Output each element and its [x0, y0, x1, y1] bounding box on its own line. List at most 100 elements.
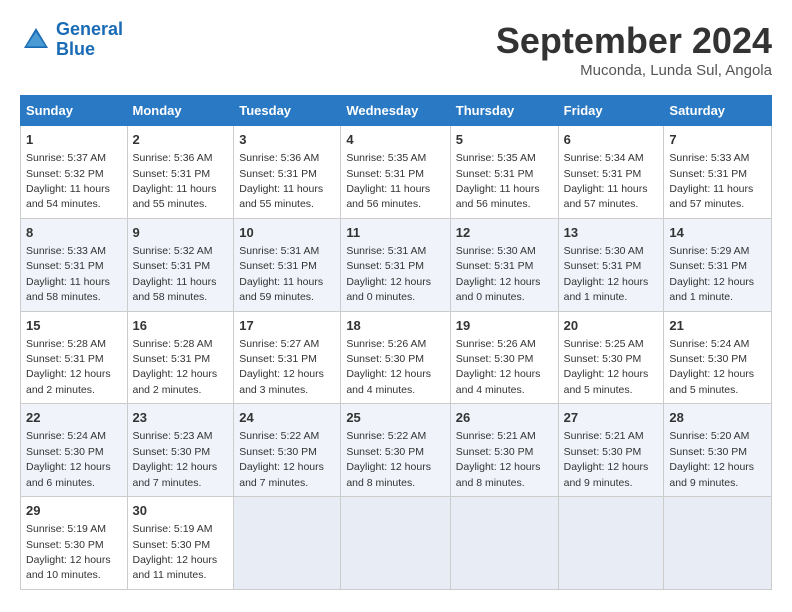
day-info: Sunrise: 5:21 AMSunset: 5:30 PMDaylight:… — [564, 430, 649, 488]
day-info: Sunrise: 5:23 AMSunset: 5:30 PMDaylight:… — [133, 430, 218, 488]
calendar-cell: 9 Sunrise: 5:32 AMSunset: 5:31 PMDayligh… — [127, 218, 234, 311]
day-number: 5 — [456, 131, 553, 149]
day-info: Sunrise: 5:36 AMSunset: 5:31 PMDaylight:… — [239, 152, 323, 210]
day-number: 13 — [564, 224, 659, 242]
day-number: 9 — [133, 224, 229, 242]
day-number: 1 — [26, 131, 122, 149]
calendar-cell: 15 Sunrise: 5:28 AMSunset: 5:31 PMDaylig… — [21, 311, 128, 404]
day-number: 29 — [26, 502, 122, 520]
calendar-cell — [664, 497, 772, 590]
calendar-cell — [558, 497, 664, 590]
calendar-cell: 1 Sunrise: 5:37 AMSunset: 5:32 PMDayligh… — [21, 126, 128, 219]
day-info: Sunrise: 5:28 AMSunset: 5:31 PMDaylight:… — [26, 338, 111, 396]
calendar-subtitle: Muconda, Lunda Sul, Angola — [496, 62, 772, 79]
day-number: 7 — [669, 131, 766, 149]
day-number: 14 — [669, 224, 766, 242]
day-info: Sunrise: 5:33 AMSunset: 5:31 PMDaylight:… — [26, 245, 110, 303]
day-number: 4 — [346, 131, 444, 149]
calendar-cell: 23 Sunrise: 5:23 AMSunset: 5:30 PMDaylig… — [127, 404, 234, 497]
calendar-cell: 12 Sunrise: 5:30 AMSunset: 5:31 PMDaylig… — [450, 218, 558, 311]
calendar-cell: 29 Sunrise: 5:19 AMSunset: 5:30 PMDaylig… — [21, 497, 128, 590]
calendar-cell: 20 Sunrise: 5:25 AMSunset: 5:30 PMDaylig… — [558, 311, 664, 404]
calendar-cell: 24 Sunrise: 5:22 AMSunset: 5:30 PMDaylig… — [234, 404, 341, 497]
day-number: 8 — [26, 224, 122, 242]
day-number: 22 — [26, 409, 122, 427]
day-info: Sunrise: 5:31 AMSunset: 5:31 PMDaylight:… — [346, 245, 431, 303]
day-info: Sunrise: 5:25 AMSunset: 5:30 PMDaylight:… — [564, 338, 649, 396]
calendar-cell: 22 Sunrise: 5:24 AMSunset: 5:30 PMDaylig… — [21, 404, 128, 497]
day-info: Sunrise: 5:28 AMSunset: 5:31 PMDaylight:… — [133, 338, 218, 396]
calendar-table: Sunday Monday Tuesday Wednesday Thursday… — [20, 95, 772, 590]
col-tuesday: Tuesday — [234, 96, 341, 126]
calendar-week-row: 29 Sunrise: 5:19 AMSunset: 5:30 PMDaylig… — [21, 497, 772, 590]
calendar-cell: 7 Sunrise: 5:33 AMSunset: 5:31 PMDayligh… — [664, 126, 772, 219]
day-number: 6 — [564, 131, 659, 149]
calendar-week-row: 1 Sunrise: 5:37 AMSunset: 5:32 PMDayligh… — [21, 126, 772, 219]
calendar-cell: 17 Sunrise: 5:27 AMSunset: 5:31 PMDaylig… — [234, 311, 341, 404]
calendar-cell: 19 Sunrise: 5:26 AMSunset: 5:30 PMDaylig… — [450, 311, 558, 404]
day-number: 23 — [133, 409, 229, 427]
day-info: Sunrise: 5:27 AMSunset: 5:31 PMDaylight:… — [239, 338, 324, 396]
logo-text: General Blue — [56, 20, 123, 60]
col-sunday: Sunday — [21, 96, 128, 126]
day-number: 3 — [239, 131, 335, 149]
day-number: 28 — [669, 409, 766, 427]
day-number: 16 — [133, 317, 229, 335]
day-number: 12 — [456, 224, 553, 242]
day-info: Sunrise: 5:31 AMSunset: 5:31 PMDaylight:… — [239, 245, 323, 303]
calendar-cell: 2 Sunrise: 5:36 AMSunset: 5:31 PMDayligh… — [127, 126, 234, 219]
calendar-week-row: 22 Sunrise: 5:24 AMSunset: 5:30 PMDaylig… — [21, 404, 772, 497]
calendar-cell: 21 Sunrise: 5:24 AMSunset: 5:30 PMDaylig… — [664, 311, 772, 404]
day-info: Sunrise: 5:26 AMSunset: 5:30 PMDaylight:… — [456, 338, 541, 396]
title-block: September 2024 Muconda, Lunda Sul, Angol… — [496, 20, 772, 79]
day-info: Sunrise: 5:36 AMSunset: 5:31 PMDaylight:… — [133, 152, 217, 210]
col-monday: Monday — [127, 96, 234, 126]
calendar-cell: 27 Sunrise: 5:21 AMSunset: 5:30 PMDaylig… — [558, 404, 664, 497]
calendar-cell: 5 Sunrise: 5:35 AMSunset: 5:31 PMDayligh… — [450, 126, 558, 219]
calendar-cell: 16 Sunrise: 5:28 AMSunset: 5:31 PMDaylig… — [127, 311, 234, 404]
calendar-cell — [341, 497, 450, 590]
calendar-cell: 28 Sunrise: 5:20 AMSunset: 5:30 PMDaylig… — [664, 404, 772, 497]
day-number: 2 — [133, 131, 229, 149]
calendar-cell: 4 Sunrise: 5:35 AMSunset: 5:31 PMDayligh… — [341, 126, 450, 219]
calendar-cell: 3 Sunrise: 5:36 AMSunset: 5:31 PMDayligh… — [234, 126, 341, 219]
calendar-cell: 18 Sunrise: 5:26 AMSunset: 5:30 PMDaylig… — [341, 311, 450, 404]
day-info: Sunrise: 5:33 AMSunset: 5:31 PMDaylight:… — [669, 152, 753, 210]
calendar-cell: 6 Sunrise: 5:34 AMSunset: 5:31 PMDayligh… — [558, 126, 664, 219]
day-info: Sunrise: 5:26 AMSunset: 5:30 PMDaylight:… — [346, 338, 431, 396]
day-number: 21 — [669, 317, 766, 335]
calendar-cell: 26 Sunrise: 5:21 AMSunset: 5:30 PMDaylig… — [450, 404, 558, 497]
calendar-week-row: 8 Sunrise: 5:33 AMSunset: 5:31 PMDayligh… — [21, 218, 772, 311]
day-number: 18 — [346, 317, 444, 335]
day-info: Sunrise: 5:24 AMSunset: 5:30 PMDaylight:… — [669, 338, 754, 396]
col-saturday: Saturday — [664, 96, 772, 126]
day-info: Sunrise: 5:30 AMSunset: 5:31 PMDaylight:… — [564, 245, 649, 303]
calendar-cell: 13 Sunrise: 5:30 AMSunset: 5:31 PMDaylig… — [558, 218, 664, 311]
logo-icon — [20, 24, 52, 56]
calendar-cell: 10 Sunrise: 5:31 AMSunset: 5:31 PMDaylig… — [234, 218, 341, 311]
day-info: Sunrise: 5:34 AMSunset: 5:31 PMDaylight:… — [564, 152, 648, 210]
logo: General Blue — [20, 20, 123, 60]
day-number: 19 — [456, 317, 553, 335]
calendar-cell: 30 Sunrise: 5:19 AMSunset: 5:30 PMDaylig… — [127, 497, 234, 590]
day-info: Sunrise: 5:37 AMSunset: 5:32 PMDaylight:… — [26, 152, 110, 210]
calendar-cell: 8 Sunrise: 5:33 AMSunset: 5:31 PMDayligh… — [21, 218, 128, 311]
day-number: 11 — [346, 224, 444, 242]
day-number: 27 — [564, 409, 659, 427]
calendar-cell: 25 Sunrise: 5:22 AMSunset: 5:30 PMDaylig… — [341, 404, 450, 497]
calendar-header-row: Sunday Monday Tuesday Wednesday Thursday… — [21, 96, 772, 126]
page-header: General Blue September 2024 Muconda, Lun… — [20, 20, 772, 79]
day-number: 25 — [346, 409, 444, 427]
col-wednesday: Wednesday — [341, 96, 450, 126]
calendar-cell: 11 Sunrise: 5:31 AMSunset: 5:31 PMDaylig… — [341, 218, 450, 311]
day-info: Sunrise: 5:35 AMSunset: 5:31 PMDaylight:… — [456, 152, 540, 210]
day-info: Sunrise: 5:21 AMSunset: 5:30 PMDaylight:… — [456, 430, 541, 488]
col-friday: Friday — [558, 96, 664, 126]
day-number: 20 — [564, 317, 659, 335]
col-thursday: Thursday — [450, 96, 558, 126]
day-number: 30 — [133, 502, 229, 520]
day-number: 26 — [456, 409, 553, 427]
day-info: Sunrise: 5:19 AMSunset: 5:30 PMDaylight:… — [26, 523, 111, 581]
calendar-cell: 14 Sunrise: 5:29 AMSunset: 5:31 PMDaylig… — [664, 218, 772, 311]
day-info: Sunrise: 5:20 AMSunset: 5:30 PMDaylight:… — [669, 430, 754, 488]
